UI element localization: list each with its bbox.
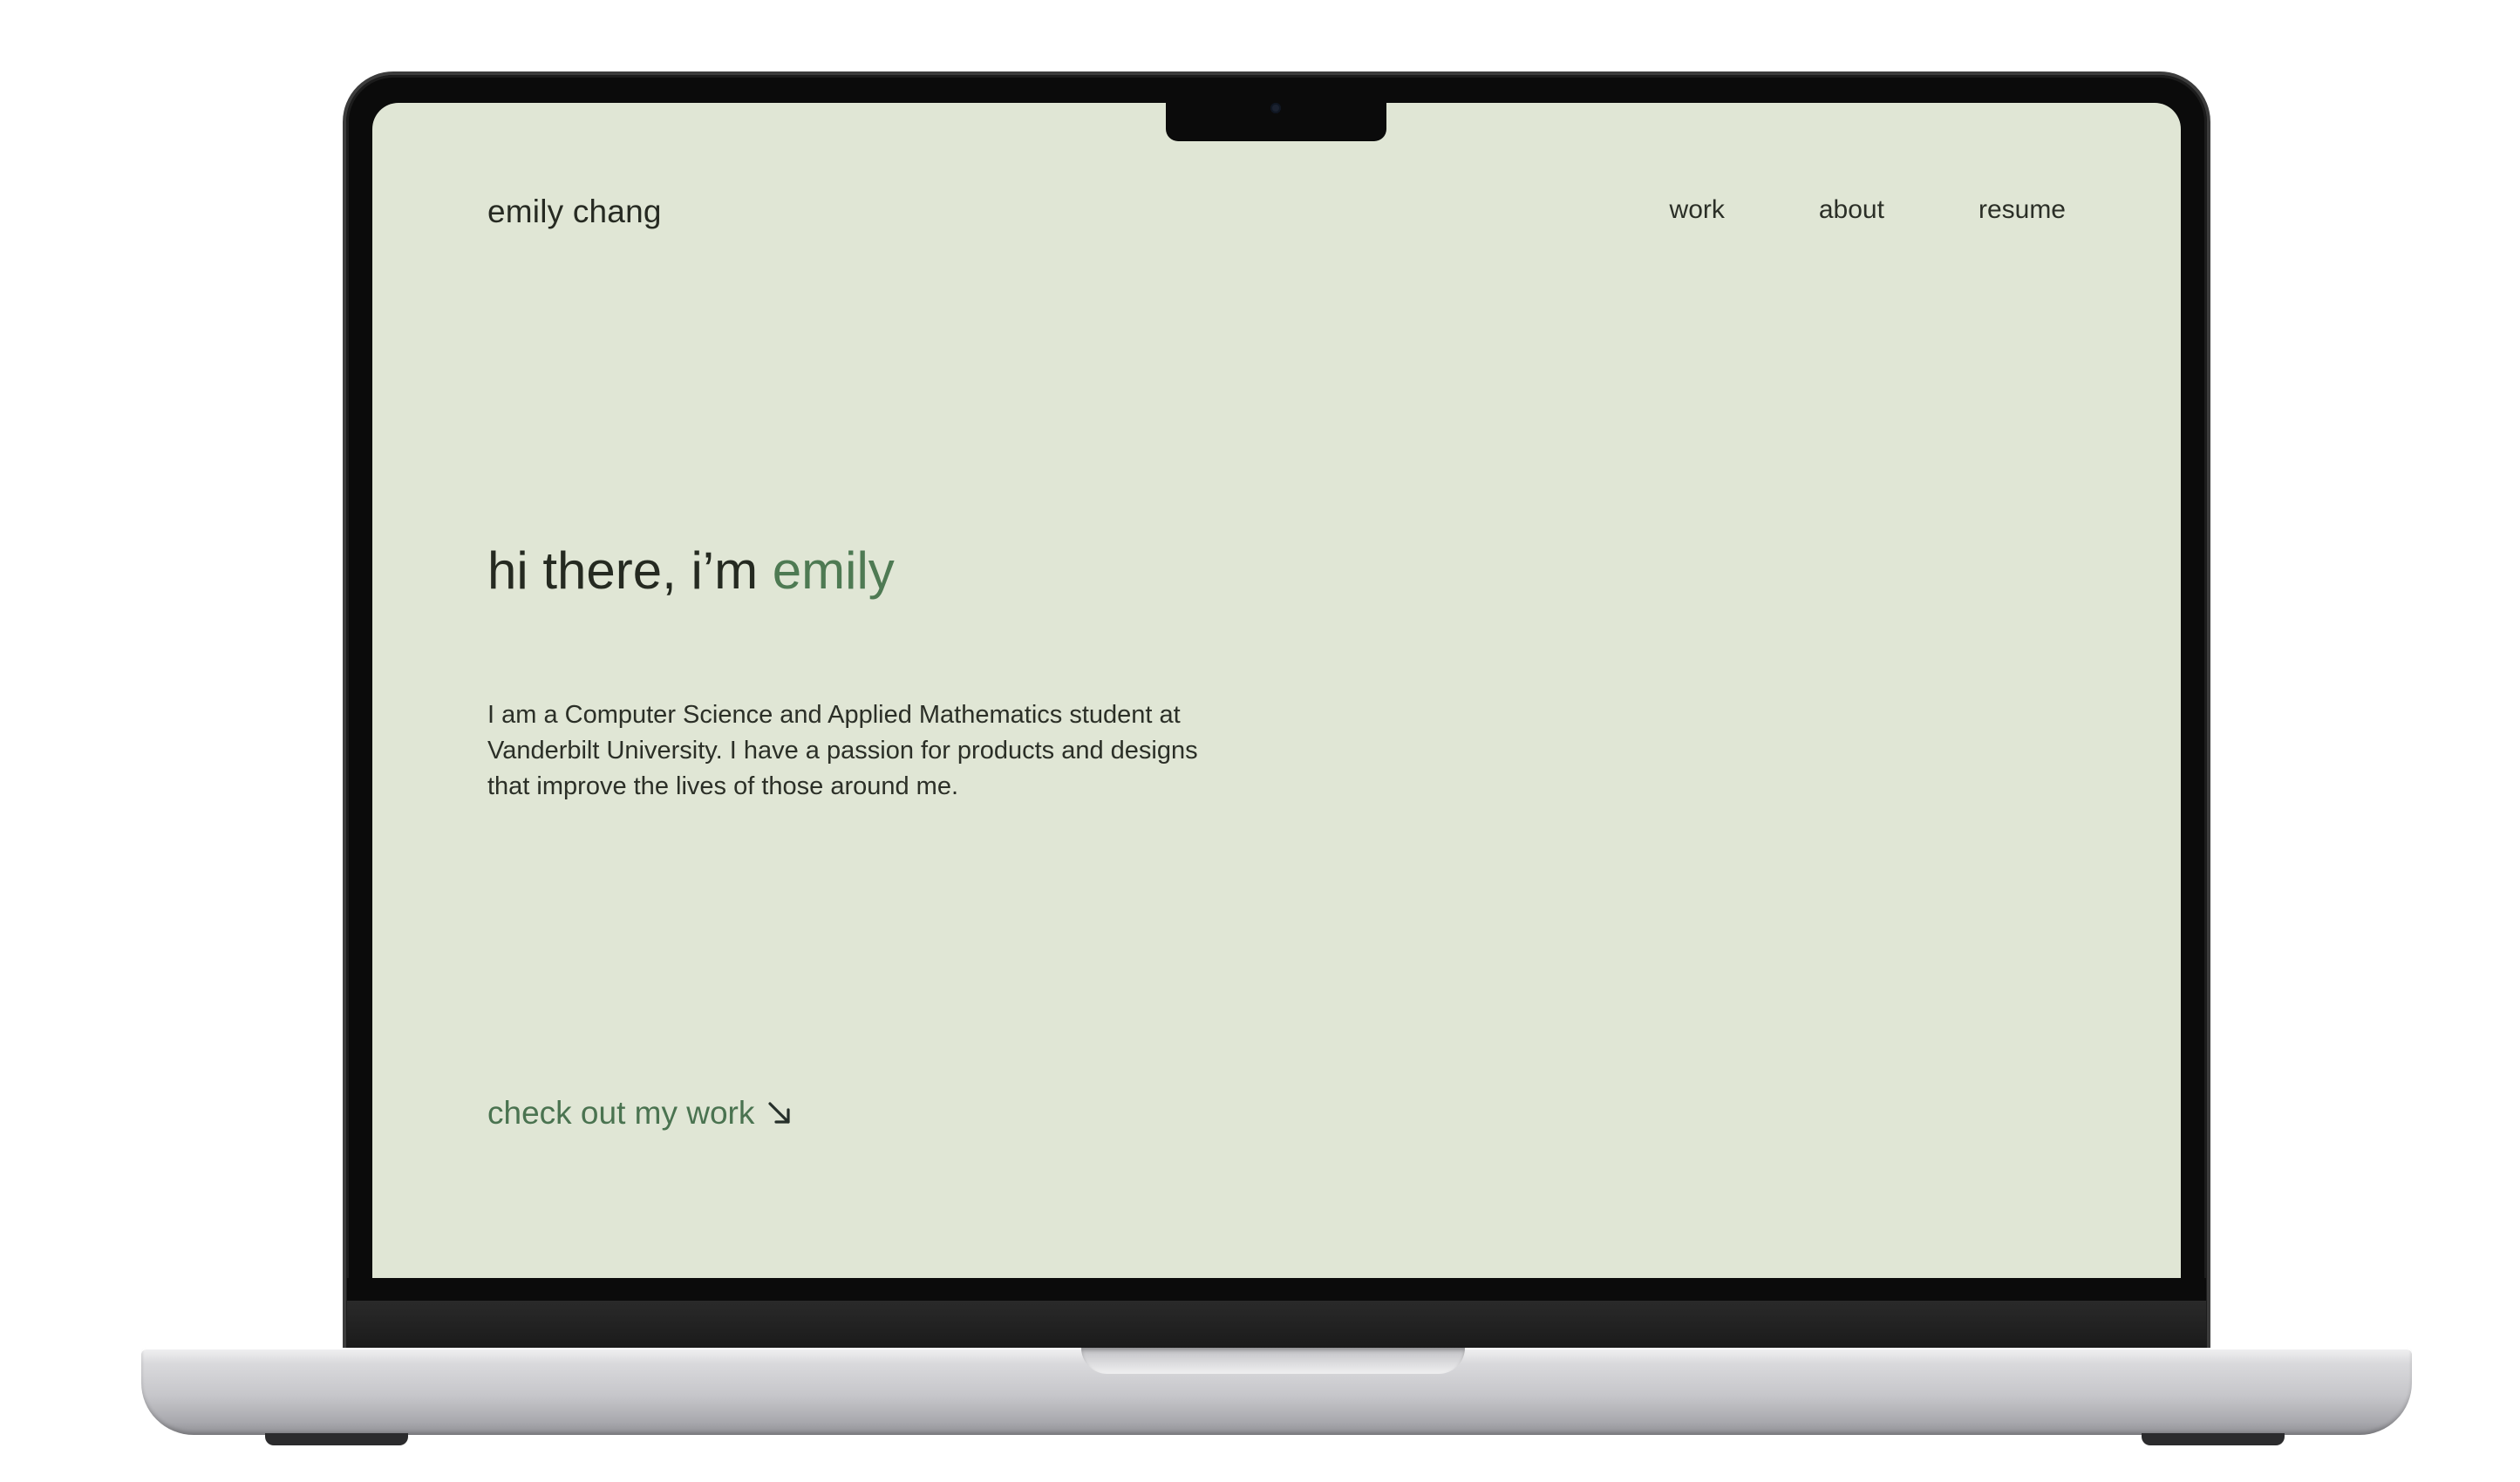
- hero-greeting: hi there, i’m: [487, 541, 773, 600]
- website-screen: emily chang work about resume hi there, …: [372, 103, 2181, 1278]
- camera-icon: [1270, 103, 1281, 113]
- arrow-down-right-icon: [766, 1100, 793, 1126]
- nav-link-work[interactable]: work: [1670, 195, 1725, 225]
- site-logo[interactable]: emily chang: [487, 194, 662, 230]
- laptop-foot-left: [265, 1433, 408, 1445]
- screen-chin: [347, 1278, 2206, 1301]
- hero-title: hi there, i’m emily: [487, 540, 895, 601]
- check-out-work-link[interactable]: check out my work: [487, 1095, 793, 1132]
- nav-link-about[interactable]: about: [1819, 195, 1884, 225]
- cta-label: check out my work: [487, 1095, 755, 1131]
- laptop-opening-notch: [1081, 1348, 1465, 1374]
- hero-name: emily: [772, 541, 895, 600]
- main-nav: work about resume: [1670, 195, 2066, 225]
- nav-link-resume[interactable]: resume: [1979, 195, 2066, 225]
- laptop-mockup: emily chang work about resume hi there, …: [0, 0, 2520, 1482]
- laptop-foot-right: [2142, 1433, 2285, 1445]
- laptop-hinge: [347, 1301, 2206, 1349]
- intro-paragraph: I am a Computer Science and Applied Math…: [487, 701, 1198, 800]
